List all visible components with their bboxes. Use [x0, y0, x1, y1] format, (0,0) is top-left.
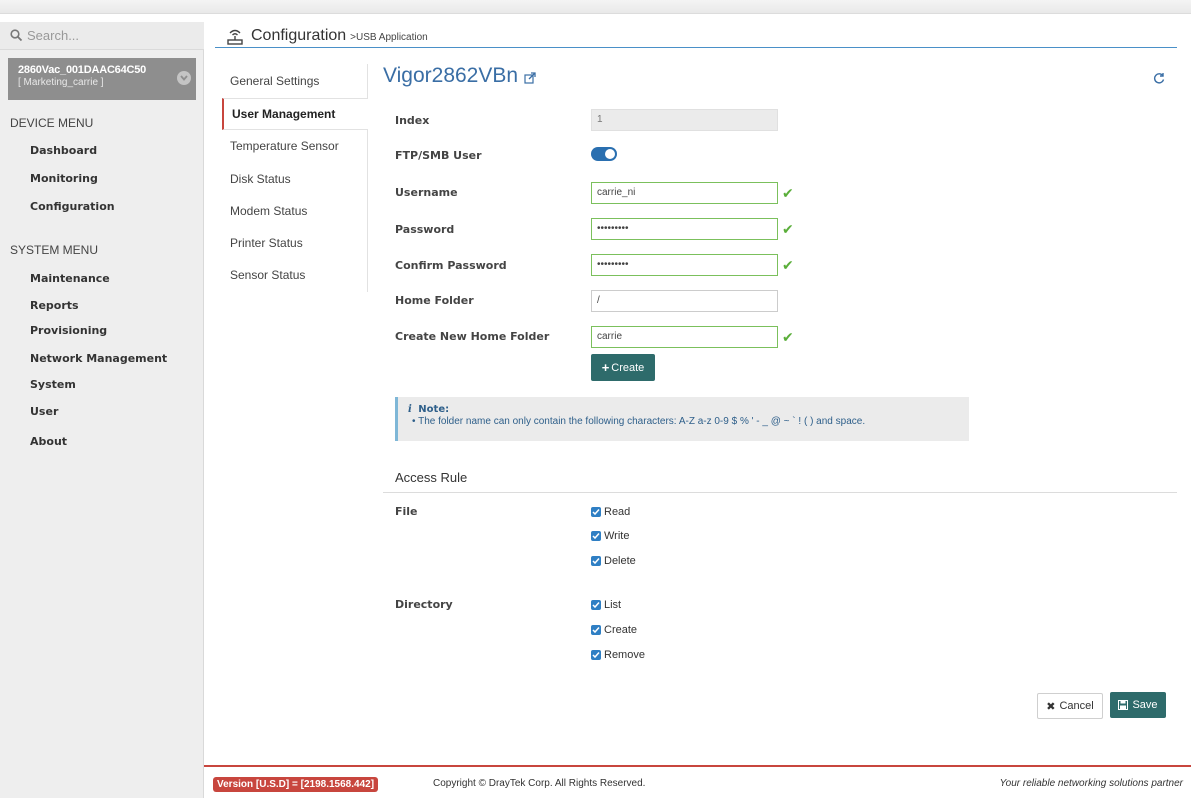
note-text: • The folder name can only contain the f…	[408, 416, 969, 427]
info-icon: i	[408, 404, 412, 415]
menu-item-reports[interactable]: Reports	[30, 299, 79, 312]
username-valid-check-icon: ✔	[782, 185, 794, 201]
subnav-general-settings[interactable]: General Settings	[230, 74, 319, 88]
breadcrumb[interactable]: >USB Application	[350, 32, 428, 43]
menu-item-configuration[interactable]: Configuration	[30, 200, 115, 213]
checkbox-checked-icon	[591, 650, 601, 660]
cancel-button[interactable]: ✖ Cancel	[1037, 693, 1103, 719]
save-icon	[1118, 700, 1129, 710]
note-header: i Note:	[408, 404, 969, 415]
device-menu-title: DEVICE MENU	[10, 116, 94, 130]
checkbox-checked-icon	[591, 600, 601, 610]
search-icon	[10, 29, 23, 42]
close-icon: ✖	[1046, 700, 1056, 713]
list-label: List	[604, 599, 622, 611]
new-home-folder-valid-check-icon: ✔	[782, 329, 794, 345]
sidebar: Search... 2860Vac_001DAAC64C50 [ Marketi…	[0, 22, 204, 798]
delete-checkbox[interactable]: Delete	[591, 555, 636, 567]
menu-item-user[interactable]: User	[30, 405, 58, 418]
system-menu-title: SYSTEM MENU	[10, 243, 99, 257]
access-rule-title: Access Rule	[395, 470, 468, 485]
checkbox-checked-icon	[591, 507, 601, 517]
note-box: i Note: • The folder name can only conta…	[395, 397, 969, 441]
file-label: File	[395, 505, 418, 518]
device-group: [ Marketing_carrie ]	[18, 77, 104, 88]
external-link-icon[interactable]	[524, 72, 536, 84]
create-button-label: Create	[611, 361, 645, 374]
top-bar	[0, 0, 1191, 14]
remove-label: Remove	[604, 649, 645, 661]
password-label: Password	[395, 223, 455, 236]
subnav-sensor-status[interactable]: Sensor Status	[230, 268, 305, 282]
device-title-text: Vigor2862VBn	[383, 64, 519, 87]
search-box[interactable]: Search...	[0, 22, 204, 50]
menu-item-system[interactable]: System	[30, 378, 76, 391]
menu-item-network-management[interactable]: Network Management	[30, 352, 167, 365]
confirm-password-field[interactable]: •••••••••	[591, 254, 778, 276]
password-field[interactable]: •••••••••	[591, 218, 778, 240]
menu-item-monitoring[interactable]: Monitoring	[30, 172, 98, 185]
ftp-smb-user-label: FTP/SMB User	[395, 149, 482, 162]
device-title: Vigor2862VBn	[383, 64, 536, 88]
home-folder-field[interactable]: /	[591, 290, 778, 312]
version-badge: Version [U.S.D] = [2198.1568.442]	[213, 777, 379, 792]
confirm-password-valid-check-icon: ✔	[782, 257, 794, 273]
create-button[interactable]: + Create	[591, 354, 655, 381]
read-checkbox[interactable]: Read	[591, 506, 630, 518]
subnav-active-label: User Management	[232, 107, 336, 121]
index-field: 1	[591, 109, 778, 131]
plus-icon: +	[601, 360, 610, 375]
menu-item-maintenance[interactable]: Maintenance	[30, 272, 110, 285]
remove-checkbox[interactable]: Remove	[591, 649, 645, 661]
page-header: Configuration >USB Application	[215, 24, 1177, 48]
sub-navigation: General Settings User Management Tempera…	[220, 64, 368, 292]
subnav-modem-status[interactable]: Modem Status	[230, 204, 307, 218]
section-divider	[383, 492, 1177, 493]
cancel-button-label: Cancel	[1059, 700, 1094, 712]
menu-item-dashboard[interactable]: Dashboard	[30, 144, 97, 157]
save-button[interactable]: Save	[1110, 692, 1166, 718]
menu-item-about[interactable]: About	[30, 435, 67, 448]
chevron-down-icon[interactable]	[177, 71, 191, 85]
device-selector[interactable]: 2860Vac_001DAAC64C50 [ Marketing_carrie …	[8, 58, 196, 100]
write-checkbox[interactable]: Write	[591, 530, 629, 542]
search-input[interactable]: Search...	[27, 28, 79, 43]
home-folder-label: Home Folder	[395, 294, 474, 307]
checkbox-checked-icon	[591, 625, 601, 635]
checkbox-checked-icon	[591, 531, 601, 541]
checkbox-checked-icon	[591, 556, 601, 566]
password-valid-check-icon: ✔	[782, 221, 794, 237]
subnav-user-management[interactable]: User Management	[222, 98, 368, 130]
index-label: Index	[395, 114, 430, 127]
subnav-printer-status[interactable]: Printer Status	[230, 236, 303, 250]
write-label: Write	[604, 530, 630, 542]
subnav-disk-status[interactable]: Disk Status	[230, 172, 291, 186]
delete-label: Delete	[604, 555, 636, 567]
list-checkbox[interactable]: List	[591, 599, 621, 611]
note-body: The folder name can only contain the fol…	[418, 416, 866, 427]
router-icon	[227, 29, 243, 45]
device-name: 2860Vac_001DAAC64C50	[18, 64, 147, 76]
create-new-home-folder-label: Create New Home Folder	[395, 330, 550, 343]
read-label: Read	[604, 506, 631, 518]
create-label: Create	[604, 624, 638, 636]
copyright-text: Copyright © DrayTek Corp. All Rights Res…	[433, 778, 646, 789]
username-label: Username	[395, 186, 458, 199]
save-button-label: Save	[1132, 699, 1158, 711]
create-checkbox[interactable]: Create	[591, 624, 637, 636]
confirm-password-label: Confirm Password	[395, 259, 507, 272]
menu-item-provisioning[interactable]: Provisioning	[30, 324, 107, 337]
directory-label: Directory	[395, 598, 453, 611]
tagline-text: Your reliable networking solutions partn…	[999, 778, 1183, 789]
page-title: Configuration	[251, 26, 347, 44]
refresh-icon[interactable]	[1153, 72, 1165, 84]
subnav-temperature-sensor[interactable]: Temperature Sensor	[230, 139, 339, 153]
note-title: Note:	[418, 404, 450, 415]
ftp-smb-user-toggle[interactable]	[591, 147, 617, 161]
username-field[interactable]: carrie_ni	[591, 182, 778, 204]
footer-divider	[204, 765, 1191, 767]
new-home-folder-field[interactable]: carrie	[591, 326, 778, 348]
